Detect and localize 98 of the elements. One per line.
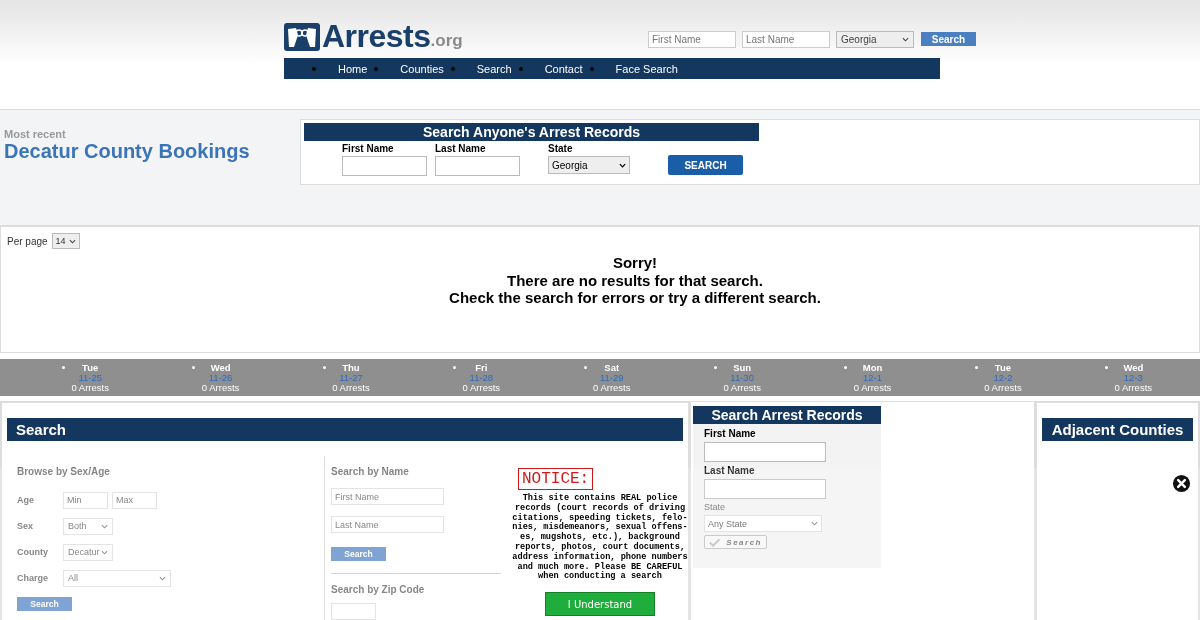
bullet-icon — [62, 366, 65, 369]
per-page-label: Per page — [7, 235, 48, 247]
section-kicker: Most recent — [4, 128, 67, 140]
day-name: Sun — [733, 363, 752, 373]
state-select[interactable]: Any State — [704, 515, 822, 532]
card-title: Search Anyone's Arrest Records — [304, 123, 759, 141]
input-field[interactable] — [435, 156, 520, 176]
min-field[interactable]: Min — [63, 491, 108, 509]
no-results-message: There are no results for that search. — [506, 271, 764, 289]
search-button[interactable]: Search — [331, 547, 386, 561]
dropdown[interactable]: All — [63, 569, 171, 587]
page-title: Decatur County Bookings — [4, 140, 251, 163]
last-name-field[interactable]: Last Name — [742, 31, 830, 48]
day-name: Sat — [604, 363, 620, 373]
check-icon — [709, 537, 721, 547]
bullet-icon — [583, 366, 587, 369]
first-name-field[interactable]: First Name — [648, 31, 736, 48]
understand-button[interactable]: I Understand — [545, 592, 655, 617]
arrest-count: 0 Arrests — [723, 383, 761, 393]
dropdown[interactable]: Both — [63, 517, 113, 535]
section-title: Browse by Sex/Age — [17, 466, 111, 477]
bullet-icon — [518, 66, 523, 71]
day-name: Mon — [862, 363, 883, 373]
field-label: First Name — [704, 428, 757, 439]
state-select[interactable]: Georgia — [836, 31, 914, 48]
bullet-icon — [374, 66, 379, 71]
arrest-count: 0 Arrests — [71, 383, 109, 393]
field-label: Sex — [17, 521, 34, 531]
day-name: Wed — [1123, 363, 1144, 373]
chevron-icon — [101, 523, 108, 529]
field-label: Charge — [17, 573, 49, 583]
day-name: Tue — [82, 363, 99, 373]
day-name: Thu — [342, 363, 360, 373]
panel-title: Search Arrest Records — [693, 406, 881, 424]
section-title: Search by Zip Code — [331, 584, 425, 595]
per-page-select[interactable]: 14 — [51, 233, 80, 249]
arrest-count: 0 Arrests — [332, 383, 370, 393]
logo-suffix: .org — [430, 31, 463, 51]
panel-title: Adjacent Counties — [1042, 418, 1193, 441]
input-field[interactable] — [704, 479, 826, 499]
nav-link[interactable]: Home — [338, 62, 368, 75]
field-label: State — [548, 143, 574, 154]
panel-title: Search — [7, 418, 683, 441]
no-results-message: Check the search for errors or try a different search. — [448, 289, 822, 307]
chevron-icon — [619, 162, 626, 168]
bullet-icon — [713, 366, 717, 369]
day-name: Fri — [475, 363, 488, 373]
nav-link[interactable]: Counties — [400, 62, 444, 75]
chevron-icon — [68, 238, 76, 244]
arrest-count: 0 Arrests — [1114, 383, 1153, 393]
bullet-icon — [453, 366, 457, 369]
input-field[interactable] — [704, 442, 826, 462]
dropdown[interactable]: Decatur — [63, 543, 113, 561]
bullet-icon — [589, 66, 594, 71]
no-results-message: Sorry! — [611, 254, 659, 272]
arrest-count: 0 Arrests — [201, 383, 240, 393]
search-button[interactable]: Search — [704, 535, 767, 549]
bullet-icon — [844, 366, 848, 369]
day-name: Tue — [994, 363, 1011, 373]
nav-link[interactable]: Contact — [544, 62, 583, 75]
chevron-icon — [159, 575, 166, 581]
chevron-icon — [902, 37, 909, 42]
close-icon[interactable] — [1172, 474, 1191, 493]
state-select[interactable]: Georgia — [548, 156, 630, 174]
bullet-icon — [322, 366, 326, 369]
notice-text: This site contains REAL police records (court records of driving citations, speeding tickets, felo-nies, misdemeanors, sexual offens-es, mugshots, etc.), background reports, photos, court documents, address information, phone numbers and much more. Please BE CAREFUL when conducting a search — [511, 494, 689, 583]
bullet-icon — [1105, 366, 1109, 369]
nav-link[interactable]: Face Search — [615, 62, 678, 75]
input-field[interactable]: First Name — [331, 488, 444, 505]
zip-field[interactable] — [331, 603, 376, 620]
day-name: Wed — [210, 363, 231, 373]
logo-text: Arrests — [322, 21, 431, 51]
chevron-icon — [101, 549, 108, 555]
arrest-count: 0 Arrests — [984, 383, 1022, 393]
arrest-count: 0 Arrests — [462, 383, 501, 393]
bullet-icon — [974, 366, 978, 369]
field-label: Last Name — [435, 143, 487, 154]
search-button[interactable]: SEARCH — [668, 155, 743, 175]
arrest-count: 0 Arrests — [593, 383, 631, 393]
input-field[interactable]: Last Name — [331, 516, 444, 533]
field-label: First Name — [342, 143, 395, 154]
notice-title: NOTICE: — [518, 468, 594, 490]
logo-icon — [284, 23, 320, 51]
field-label: State — [704, 502, 726, 512]
bullet-icon — [450, 66, 455, 71]
search-button[interactable]: Search — [921, 32, 976, 46]
section-title: Search by Name — [331, 466, 409, 477]
field-label: Age — [17, 495, 35, 505]
bullet-icon — [192, 366, 196, 369]
arrest-count: 0 Arrests — [853, 383, 892, 393]
input-field[interactable] — [342, 156, 427, 176]
chevron-icon — [811, 521, 818, 526]
bullet-icon — [312, 66, 316, 71]
search-button[interactable]: Search — [17, 597, 72, 611]
field-label: Last Name — [704, 465, 756, 476]
max-field[interactable]: Max — [112, 491, 157, 509]
field-label: County — [17, 547, 49, 557]
nav-link[interactable]: Search — [476, 62, 512, 75]
